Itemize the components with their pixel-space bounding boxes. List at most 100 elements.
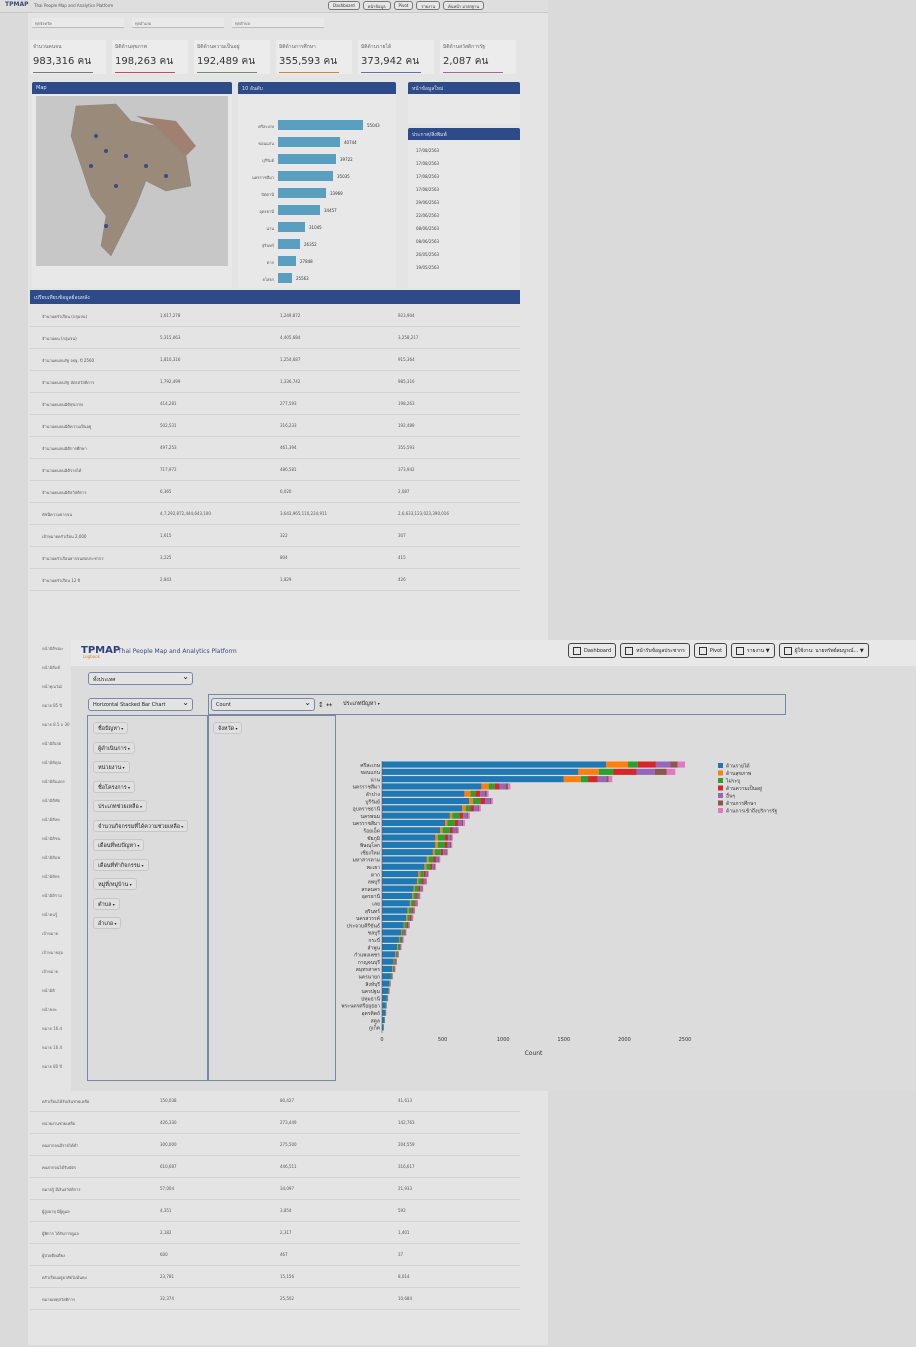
attribute-pill[interactable]: เดือนที่ทำกิจกรรม [93,858,149,871]
renderer-select[interactable]: Horizontal Stacked Bar Chart [88,698,193,711]
pivot-table-ui: ทั้งประเทศ Horizontal Stacked Bar Chart … [71,666,916,1091]
attribute-pill[interactable]: หน่วยงาน [93,761,130,773]
nav-button-label: หน้ารับข้อมูลประชากร [636,647,685,654]
row-attr-province[interactable]: จังหวัด [213,722,243,734]
background-table-row: จำนวนคนจนมิติการศึกษา 497,253 461,394 355,5… [30,437,520,459]
bar-segment-อื่นๆ [415,900,417,907]
user-menu-button[interactable]: ผู้ใช้งาน: นายทรัพย์สมบูรณ์... ▼ [778,643,869,658]
attribute-pill[interactable]: เดือนที่พบปัญหา [93,839,145,851]
row-attributes-area[interactable]: จังหวัด [208,715,336,1081]
attribute-pill[interactable]: จำนวนกิจกรรมที่ได้ความช่วยเหลือ [93,819,189,832]
category-label: ขอนแก่น [360,770,380,776]
x-axis-title: Count [525,1050,543,1057]
bar-segment-ด้านการศึกษา [419,892,420,899]
bar-segment-ด้านการเข้าถึงบริการรัฐ [486,790,489,797]
table-cell: หมายรู้ มีเงินสวัสดิการ [42,1187,81,1192]
attribute-pill[interactable]: ผู้ดำเนินการ [93,741,135,754]
bar-segment-ด้านสุขภาพ [407,907,409,914]
category-label: ศรีสะเกษ [360,762,380,769]
background-table-row: จำนวนคนจนมิติรายได้ 717,972 486,581 373,942 [30,459,520,481]
bar-segment-ด้านความเป็นอยู่ [613,768,637,775]
table-cell: จำนวนคนจนมิติรายได้ [42,468,82,473]
bar-segment-ด้านความเป็นอยู่ [494,783,500,790]
table-cell: 142,763 [398,1120,415,1125]
top10-bar [278,205,320,215]
table-cell: 37 [398,1252,404,1257]
bar-segment-ด้านรายได้ [382,834,436,841]
background-app-title: Thai People Map and Analytics Platform [34,3,114,8]
attribute-pill[interactable]: ชื่อปัญหา [93,722,129,734]
bar-segment-อื่นๆ [411,914,413,921]
legend-swatch [718,800,723,806]
category-label: ประจวบคีรีขันธ์ [347,922,380,929]
attribute-pill[interactable]: ตำบล [93,897,120,910]
bar-segment-ไม่ระบุ [628,761,638,768]
bar-segment-ด้านรายได้ [382,790,465,797]
table-cell: 198,263 [398,401,415,406]
background-left-label: หมาย 16.4 [42,1026,63,1031]
attribute-pill[interactable]: ประเภทช่วยเหลือ [93,800,148,812]
bar-segment-ด้านการเข้าถึงบริการรัฐ [451,834,453,841]
category-label: นครราชสีมา [353,820,381,827]
bar-segment-ไม่ระบุ [426,863,431,870]
nav-icon [573,646,581,655]
background-table-row: หน่วยงานช่วยเหลือ 426,330 273,449 142,763 [30,1112,520,1134]
bar-segment-ด้านรายได้ [382,907,408,914]
category-label: ตาก [371,872,380,878]
population-data-button[interactable]: หน้ารับข้อมูลประชากร [620,643,690,658]
category-label: อุบลราชธานี [353,806,381,813]
bar-segment-ด้านการเข้าถึงบริการรัฐ [508,783,511,790]
card-accent [33,72,93,73]
area-select[interactable]: ทั้งประเทศ [88,672,193,685]
background-news-panel: หน้าข้อมูลใหม่ [408,82,520,124]
bar-segment-ด้านสุขภาพ [449,812,453,819]
bar-segment-ด้านรายได้ [382,900,410,907]
bar-segment-ด้านสุขภาพ [435,834,438,841]
sort-order-arrows[interactable]: ↕ ↔ [318,701,332,709]
bar-segment-ด้านสุขภาพ [563,776,581,783]
bar-segment-ไม่ระบุ [434,849,441,856]
bar-segment-ด้านความเป็นอยู่ [430,863,433,870]
attribute-pill[interactable]: หมู่ที่/หมู่บ้าน [93,878,137,890]
card-value: 192,489 คน [197,56,256,67]
bar-segment-ไม่ระบุ [598,768,614,775]
table-cell: 322 [280,533,288,538]
legend-label: ไม่ระบุ [725,778,740,785]
background-left-label: หน้ามิติ [42,988,55,993]
pivot-button[interactable]: Pivot [693,643,728,658]
report-menu-button[interactable]: รายงาน ▼ [731,643,775,658]
announcement-date: 19/05/2563 [416,265,440,270]
bar-segment-อื่นๆ [655,761,671,768]
bar-segment-อื่นๆ [397,951,399,958]
bar-segment-ด้านรายได้ [382,871,419,878]
table-cell: 273,449 [280,1120,297,1125]
unused-attributes-area[interactable]: ชื่อปัญหาผู้ดำเนินการหน่วยงานชื่อโครงการ… [87,715,208,1081]
top10-value: 26352 [304,242,317,247]
bar-segment-ด้านการศึกษา [466,812,469,819]
bar-segment-ด้านการศึกษา [450,834,452,841]
bar-segment-ด้านการเข้าถึงบริการรัฐ [451,841,453,848]
category-label: พะเยา [367,865,381,871]
col-attr-problem-type[interactable]: ประเภทปัญหา [339,698,384,710]
category-label: ลำปาง [366,792,381,798]
attribute-pill[interactable]: อำเภอ [93,917,122,929]
legend-swatch [718,808,723,813]
aggregator-select[interactable]: Count [211,698,315,711]
dashboard-button[interactable]: Dashboard [568,643,617,658]
table-cell: จำนวนครัวเรือนยากจนต่อประชากร [42,556,104,561]
background-left-label: หมาย 80 ปี [42,1064,63,1069]
bar-segment-ไม่ระบุ [388,987,389,994]
bar-segment-ด้านรายได้ [382,798,470,805]
top10-value: 25563 [296,276,309,281]
category-label: มหาสารคาม [353,858,380,864]
nav-icon [783,646,792,655]
background-left-label: หมาย 16.4 [42,1045,63,1050]
tpmap-logo[interactable]: TPMAP Logbook [81,645,120,659]
bar-segment-อื่นๆ [485,798,490,805]
table-cell: 1,615 [160,533,172,538]
table-cell: 4,405,684 [280,335,301,340]
nav-button-label: ผู้ใช้งาน: นายทรัพย์สมบูรณ์... ▼ [794,647,864,654]
table-cell: ครัวเรือนอยู่อาศัยไม่มั่นคง [42,1275,87,1280]
attribute-pill[interactable]: ชื่อโครงการ [93,780,135,793]
bar-segment-ด้านความเป็นอยู่ [399,944,401,951]
